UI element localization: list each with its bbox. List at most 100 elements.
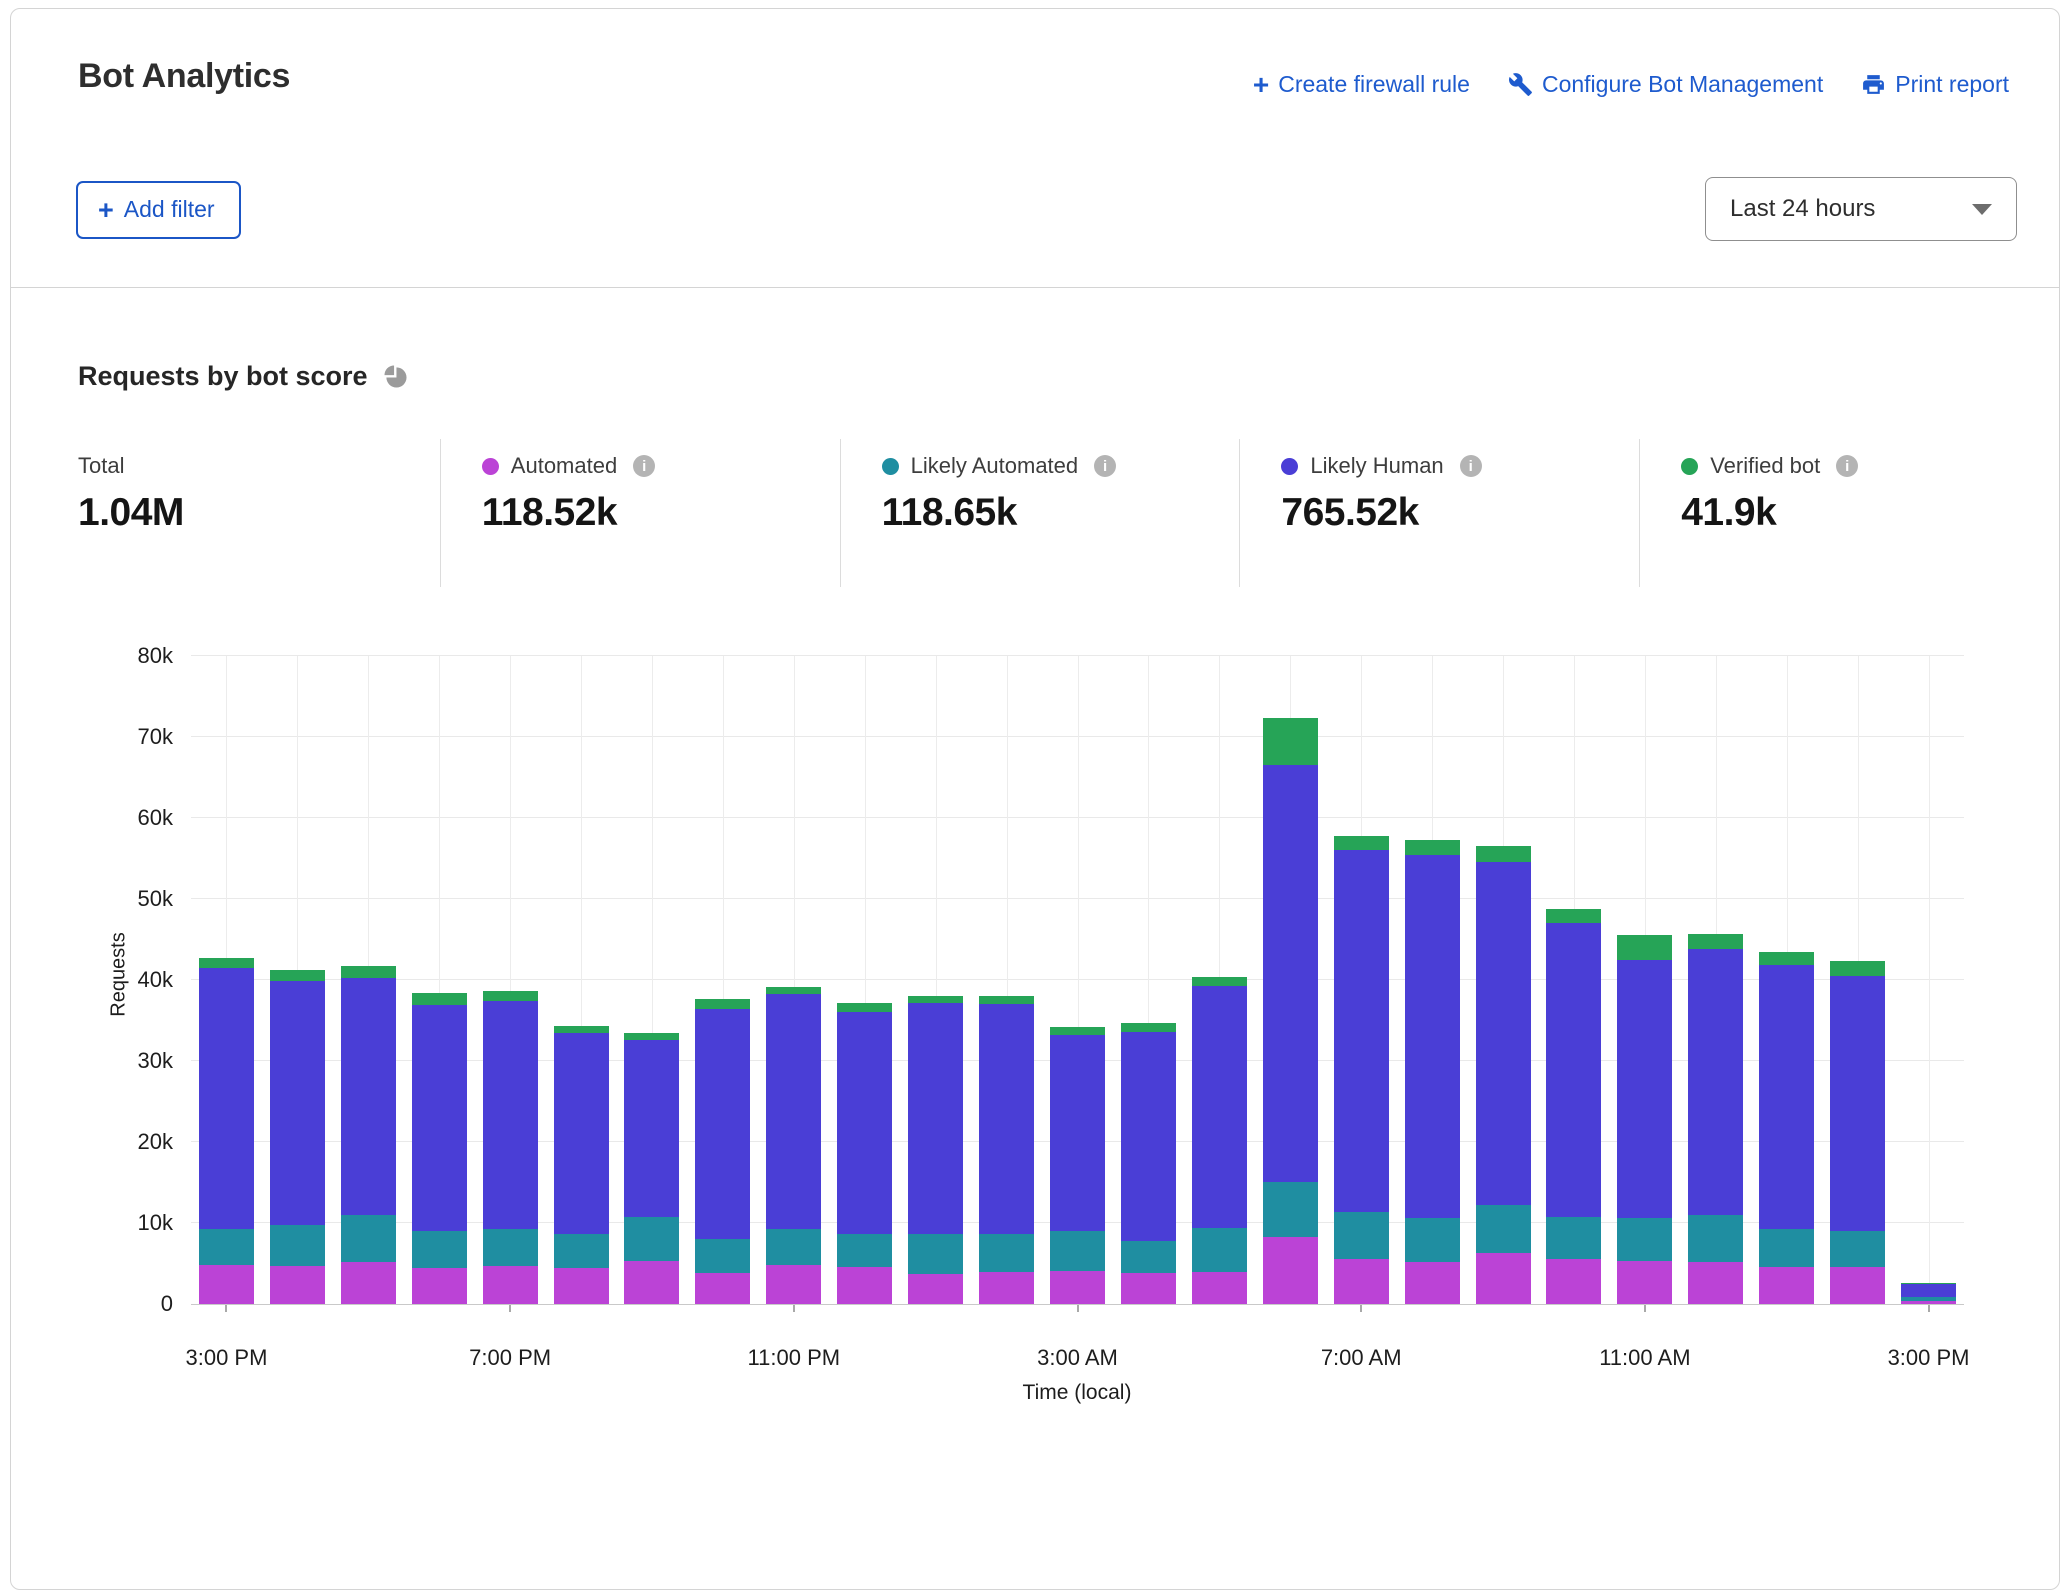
add-filter-button[interactable]: + Add filter — [76, 181, 241, 239]
bar-segment-likely-automated[interactable] — [1759, 1229, 1814, 1267]
bar-segment-automated[interactable] — [1759, 1267, 1814, 1304]
info-icon[interactable]: i — [1094, 455, 1116, 477]
bar-segment-likely-automated[interactable] — [1334, 1212, 1389, 1259]
bar-segment-likely-automated[interactable] — [1263, 1182, 1318, 1237]
bar-segment-likely-human[interactable] — [1901, 1284, 1956, 1297]
bar-segment-verified-bot[interactable] — [412, 993, 467, 1005]
bar-segment-likely-human[interactable] — [554, 1033, 609, 1234]
bar-segment-likely-human[interactable] — [1476, 862, 1531, 1205]
bar-segment-verified-bot[interactable] — [837, 1003, 892, 1013]
bar-segment-likely-human[interactable] — [1546, 923, 1601, 1216]
bar-segment-automated[interactable] — [412, 1268, 467, 1304]
bar-segment-likely-automated[interactable] — [341, 1215, 396, 1262]
bar-segment-verified-bot[interactable] — [199, 958, 254, 968]
configure-bot-management-link[interactable]: Configure Bot Management — [1508, 71, 1823, 98]
bar-segment-likely-human[interactable] — [1759, 965, 1814, 1228]
bar-segment-verified-bot[interactable] — [1263, 718, 1318, 766]
bar-segment-likely-automated[interactable] — [695, 1239, 750, 1273]
bar-segment-verified-bot[interactable] — [624, 1033, 679, 1040]
bar-segment-automated[interactable] — [1121, 1273, 1176, 1304]
print-report-link[interactable]: Print report — [1861, 71, 2009, 98]
bar-segment-verified-bot[interactable] — [695, 999, 750, 1009]
bar-segment-automated[interactable] — [1688, 1262, 1743, 1304]
bar-segment-likely-automated[interactable] — [624, 1217, 679, 1261]
bar-segment-likely-human[interactable] — [270, 981, 325, 1226]
bar-segment-likely-human[interactable] — [1617, 960, 1672, 1218]
bar-segment-likely-automated[interactable] — [483, 1229, 538, 1266]
bar-segment-likely-automated[interactable] — [554, 1234, 609, 1267]
bar-segment-automated[interactable] — [270, 1266, 325, 1304]
info-icon[interactable]: i — [633, 455, 655, 477]
bar-segment-likely-human[interactable] — [1263, 765, 1318, 1181]
bar-segment-likely-automated[interactable] — [412, 1231, 467, 1268]
bar-segment-likely-human[interactable] — [412, 1005, 467, 1231]
bar-segment-likely-automated[interactable] — [270, 1225, 325, 1266]
bar-segment-likely-automated[interactable] — [1901, 1297, 1956, 1301]
bar-segment-automated[interactable] — [1263, 1237, 1318, 1304]
bar-segment-likely-human[interactable] — [1050, 1035, 1105, 1231]
bar-segment-likely-automated[interactable] — [1192, 1228, 1247, 1272]
bar-segment-likely-human[interactable] — [1830, 976, 1885, 1231]
bar-segment-likely-automated[interactable] — [766, 1229, 821, 1265]
bar-segment-automated[interactable] — [695, 1273, 750, 1304]
bar-segment-verified-bot[interactable] — [1050, 1027, 1105, 1035]
bar-segment-likely-automated[interactable] — [908, 1234, 963, 1275]
bar-segment-likely-human[interactable] — [1405, 855, 1460, 1218]
bar-segment-automated[interactable] — [1476, 1253, 1531, 1304]
bar-segment-likely-automated[interactable] — [1688, 1215, 1743, 1262]
bar-segment-verified-bot[interactable] — [270, 970, 325, 981]
bar-segment-likely-human[interactable] — [199, 968, 254, 1229]
bar-segment-likely-human[interactable] — [341, 978, 396, 1215]
bar-segment-likely-automated[interactable] — [1405, 1218, 1460, 1262]
bar-segment-automated[interactable] — [908, 1274, 963, 1304]
bar-segment-likely-human[interactable] — [979, 1004, 1034, 1234]
bar-segment-likely-human[interactable] — [1334, 850, 1389, 1211]
bar-segment-likely-human[interactable] — [766, 994, 821, 1229]
bar-segment-automated[interactable] — [979, 1272, 1034, 1304]
bar-segment-likely-automated[interactable] — [979, 1234, 1034, 1271]
bar-segment-automated[interactable] — [624, 1261, 679, 1304]
bar-segment-verified-bot[interactable] — [341, 966, 396, 978]
bar-segment-verified-bot[interactable] — [554, 1026, 609, 1033]
bar-segment-automated[interactable] — [1901, 1301, 1956, 1304]
bar-segment-verified-bot[interactable] — [1759, 952, 1814, 966]
bar-segment-verified-bot[interactable] — [1334, 836, 1389, 851]
bar-segment-likely-human[interactable] — [908, 1003, 963, 1234]
bar-segment-likely-automated[interactable] — [837, 1234, 892, 1266]
bar-segment-automated[interactable] — [1050, 1271, 1105, 1304]
bar-segment-automated[interactable] — [1405, 1262, 1460, 1304]
bar-segment-automated[interactable] — [837, 1267, 892, 1304]
bar-segment-verified-bot[interactable] — [1688, 934, 1743, 949]
bar-segment-verified-bot[interactable] — [1192, 977, 1247, 986]
bar-segment-automated[interactable] — [1546, 1259, 1601, 1304]
bar-segment-verified-bot[interactable] — [766, 987, 821, 994]
bar-segment-likely-automated[interactable] — [1617, 1218, 1672, 1261]
bar-segment-verified-bot[interactable] — [1546, 909, 1601, 924]
bar-segment-likely-automated[interactable] — [1050, 1231, 1105, 1271]
bar-segment-automated[interactable] — [483, 1266, 538, 1304]
bar-segment-verified-bot[interactable] — [1617, 935, 1672, 959]
bar-segment-automated[interactable] — [766, 1265, 821, 1304]
bar-segment-likely-automated[interactable] — [1476, 1205, 1531, 1253]
bar-segment-verified-bot[interactable] — [1405, 840, 1460, 855]
bar-segment-likely-human[interactable] — [483, 1001, 538, 1229]
bar-segment-likely-automated[interactable] — [1121, 1241, 1176, 1273]
bar-segment-automated[interactable] — [1192, 1272, 1247, 1304]
bar-segment-verified-bot[interactable] — [979, 996, 1034, 1004]
bar-segment-likely-human[interactable] — [1121, 1032, 1176, 1241]
bar-segment-likely-automated[interactable] — [199, 1229, 254, 1265]
bar-segment-likely-human[interactable] — [695, 1009, 750, 1239]
bar-segment-automated[interactable] — [1617, 1261, 1672, 1304]
bar-segment-automated[interactable] — [1830, 1267, 1885, 1304]
bar-segment-verified-bot[interactable] — [908, 996, 963, 1002]
bar-segment-verified-bot[interactable] — [1901, 1283, 1956, 1284]
time-range-select[interactable]: Last 24 hours — [1705, 177, 2017, 241]
bar-segment-likely-human[interactable] — [1688, 949, 1743, 1215]
bar-segment-automated[interactable] — [199, 1265, 254, 1304]
bar-segment-automated[interactable] — [1334, 1259, 1389, 1304]
bar-segment-automated[interactable] — [341, 1262, 396, 1304]
bar-segment-likely-human[interactable] — [837, 1012, 892, 1234]
info-icon[interactable]: i — [1836, 455, 1858, 477]
bar-segment-verified-bot[interactable] — [1830, 961, 1885, 976]
info-icon[interactable]: i — [1460, 455, 1482, 477]
